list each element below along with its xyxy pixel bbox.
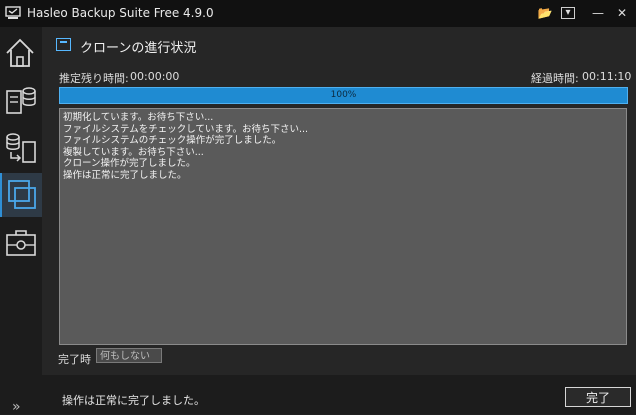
backup-icon — [6, 87, 36, 114]
elapsed-time-value: 00:11:10 — [582, 70, 632, 83]
remaining-time-label: 推定残り時間: — [59, 72, 129, 85]
close-button[interactable]: ✕ — [611, 4, 633, 22]
clone-icon — [8, 180, 36, 209]
menu-dropdown-icon[interactable]: ▾ — [561, 7, 575, 19]
clone-progress-panel: クローンの進行状況 推定残り時間: 00:00:00 経過時間: 00:11:1… — [42, 27, 636, 375]
sidebar-item-restore[interactable] — [0, 126, 42, 170]
window-title: Hasleo Backup Suite Free 4.9.0 — [27, 6, 214, 20]
sidebar-item-backup[interactable] — [0, 79, 42, 123]
restore-icon — [6, 133, 36, 163]
sidebar-item-clone[interactable] — [0, 173, 44, 217]
log-line: ファイルシステムをチェックしています。お待ち下さい... — [63, 123, 309, 135]
sidebar-item-home[interactable] — [0, 32, 42, 76]
minimize-button[interactable]: — — [587, 4, 609, 22]
sidebar-item-tools[interactable] — [0, 221, 42, 265]
status-message: 操作は正常に完了しました。 — [62, 394, 205, 407]
page-title: クローンの進行状況 — [80, 41, 197, 56]
after-completion-select[interactable]: 何もしない — [96, 348, 162, 363]
log-line: 複製しています。お待ち下さい... — [63, 146, 204, 158]
footer-bar: 操作は正常に完了しました。 完了 — [42, 375, 636, 414]
progress-header-icon — [56, 38, 71, 51]
log-line: ファイルシステムのチェック操作が完了しました。 — [63, 135, 282, 146]
progress-percent-label: 100% — [330, 90, 357, 100]
log-line: クローン操作が完了しました。 — [63, 158, 196, 169]
folder-icon[interactable]: 📂 — [534, 4, 556, 22]
toolbox-icon — [6, 230, 36, 256]
progress-bar: 100% — [59, 87, 628, 104]
log-output[interactable]: 初期化しています。お待ち下さい... ファイルシステムをチェックしています。お待… — [59, 108, 627, 345]
expand-sidebar-icon[interactable]: » — [12, 399, 21, 415]
elapsed-time-label: 経過時間: — [531, 72, 579, 85]
remaining-time-value: 00:00:00 — [130, 70, 180, 83]
after-completion-label: 完了時 — [58, 353, 91, 366]
home-icon — [6, 38, 34, 67]
app-logo-icon — [5, 6, 21, 19]
sidebar: » — [0, 27, 44, 415]
finish-button[interactable]: 完了 — [565, 387, 631, 407]
title-bar: Hasleo Backup Suite Free 4.9.0 📂 ▾ — ✕ — [0, 0, 636, 27]
log-line: 操作は正常に完了しました。 — [63, 169, 187, 181]
log-line: 初期化しています。お待ち下さい... — [63, 112, 214, 123]
